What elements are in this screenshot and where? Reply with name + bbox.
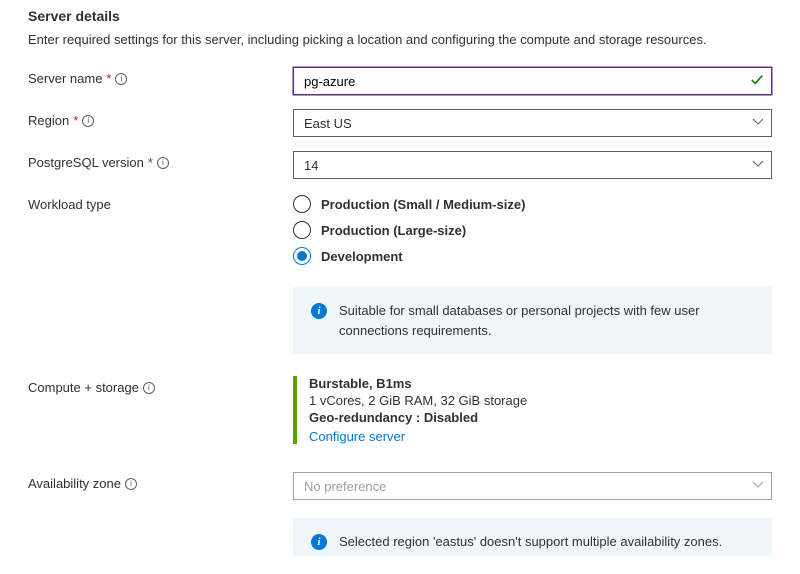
row-server-name: Server name * i [28,67,772,95]
configure-server-link[interactable]: Configure server [309,429,405,444]
row-availability-zone: Availability zone i No preference [28,472,772,500]
server-name-input[interactable] [293,67,772,95]
row-workload-type: Workload type Production (Small / Medium… [28,193,772,265]
radio-circle-icon [293,221,311,239]
row-compute-storage: Compute + storage i Burstable, B1ms 1 vC… [28,376,772,444]
pg-version-select[interactable]: 14 [293,151,772,179]
label-region: Region * i [28,109,293,128]
info-icon[interactable]: i [82,115,94,127]
label-workload-type: Workload type [28,193,293,212]
section-title: Server details [28,8,772,24]
info-banner-dev: i Suitable for small databases or person… [293,287,772,354]
row-dev-banner: i Suitable for small databases or person… [28,287,772,354]
label-server-name: Server name * i [28,67,293,86]
required-asterisk: * [73,113,78,128]
region-select[interactable]: East US [293,109,772,137]
compute-geo: Geo-redundancy : Disabled [309,410,772,425]
info-icon[interactable]: i [157,157,169,169]
info-icon[interactable]: i [115,73,127,85]
info-icon[interactable]: i [125,478,137,490]
row-pg-version: PostgreSQL version * i 14 [28,151,772,179]
row-az-banner: i Selected region 'eastus' doesn't suppo… [28,518,772,556]
info-filled-icon: i [311,303,327,319]
radio-development[interactable]: Development [293,247,772,265]
label-availability-zone: Availability zone i [28,472,293,491]
label-compute-storage: Compute + storage i [28,376,293,395]
compute-tier: Burstable, B1ms [309,376,772,391]
row-region: Region * i East US [28,109,772,137]
info-icon[interactable]: i [143,382,155,394]
section-description: Enter required settings for this server,… [28,32,772,47]
compute-spec: 1 vCores, 2 GiB RAM, 32 GiB storage [309,393,772,408]
radio-circle-icon [293,195,311,213]
required-asterisk: * [106,71,111,86]
info-filled-icon: i [311,534,327,550]
availability-zone-select: No preference [293,472,772,500]
radio-production-small[interactable]: Production (Small / Medium-size) [293,195,772,213]
required-asterisk: * [148,155,153,170]
radio-circle-icon [293,247,311,265]
info-banner-az: i Selected region 'eastus' doesn't suppo… [293,518,772,556]
label-pg-version: PostgreSQL version * i [28,151,293,170]
workload-radio-group: Production (Small / Medium-size) Product… [293,193,772,265]
compute-summary: Burstable, B1ms 1 vCores, 2 GiB RAM, 32 … [293,376,772,444]
radio-production-large[interactable]: Production (Large-size) [293,221,772,239]
